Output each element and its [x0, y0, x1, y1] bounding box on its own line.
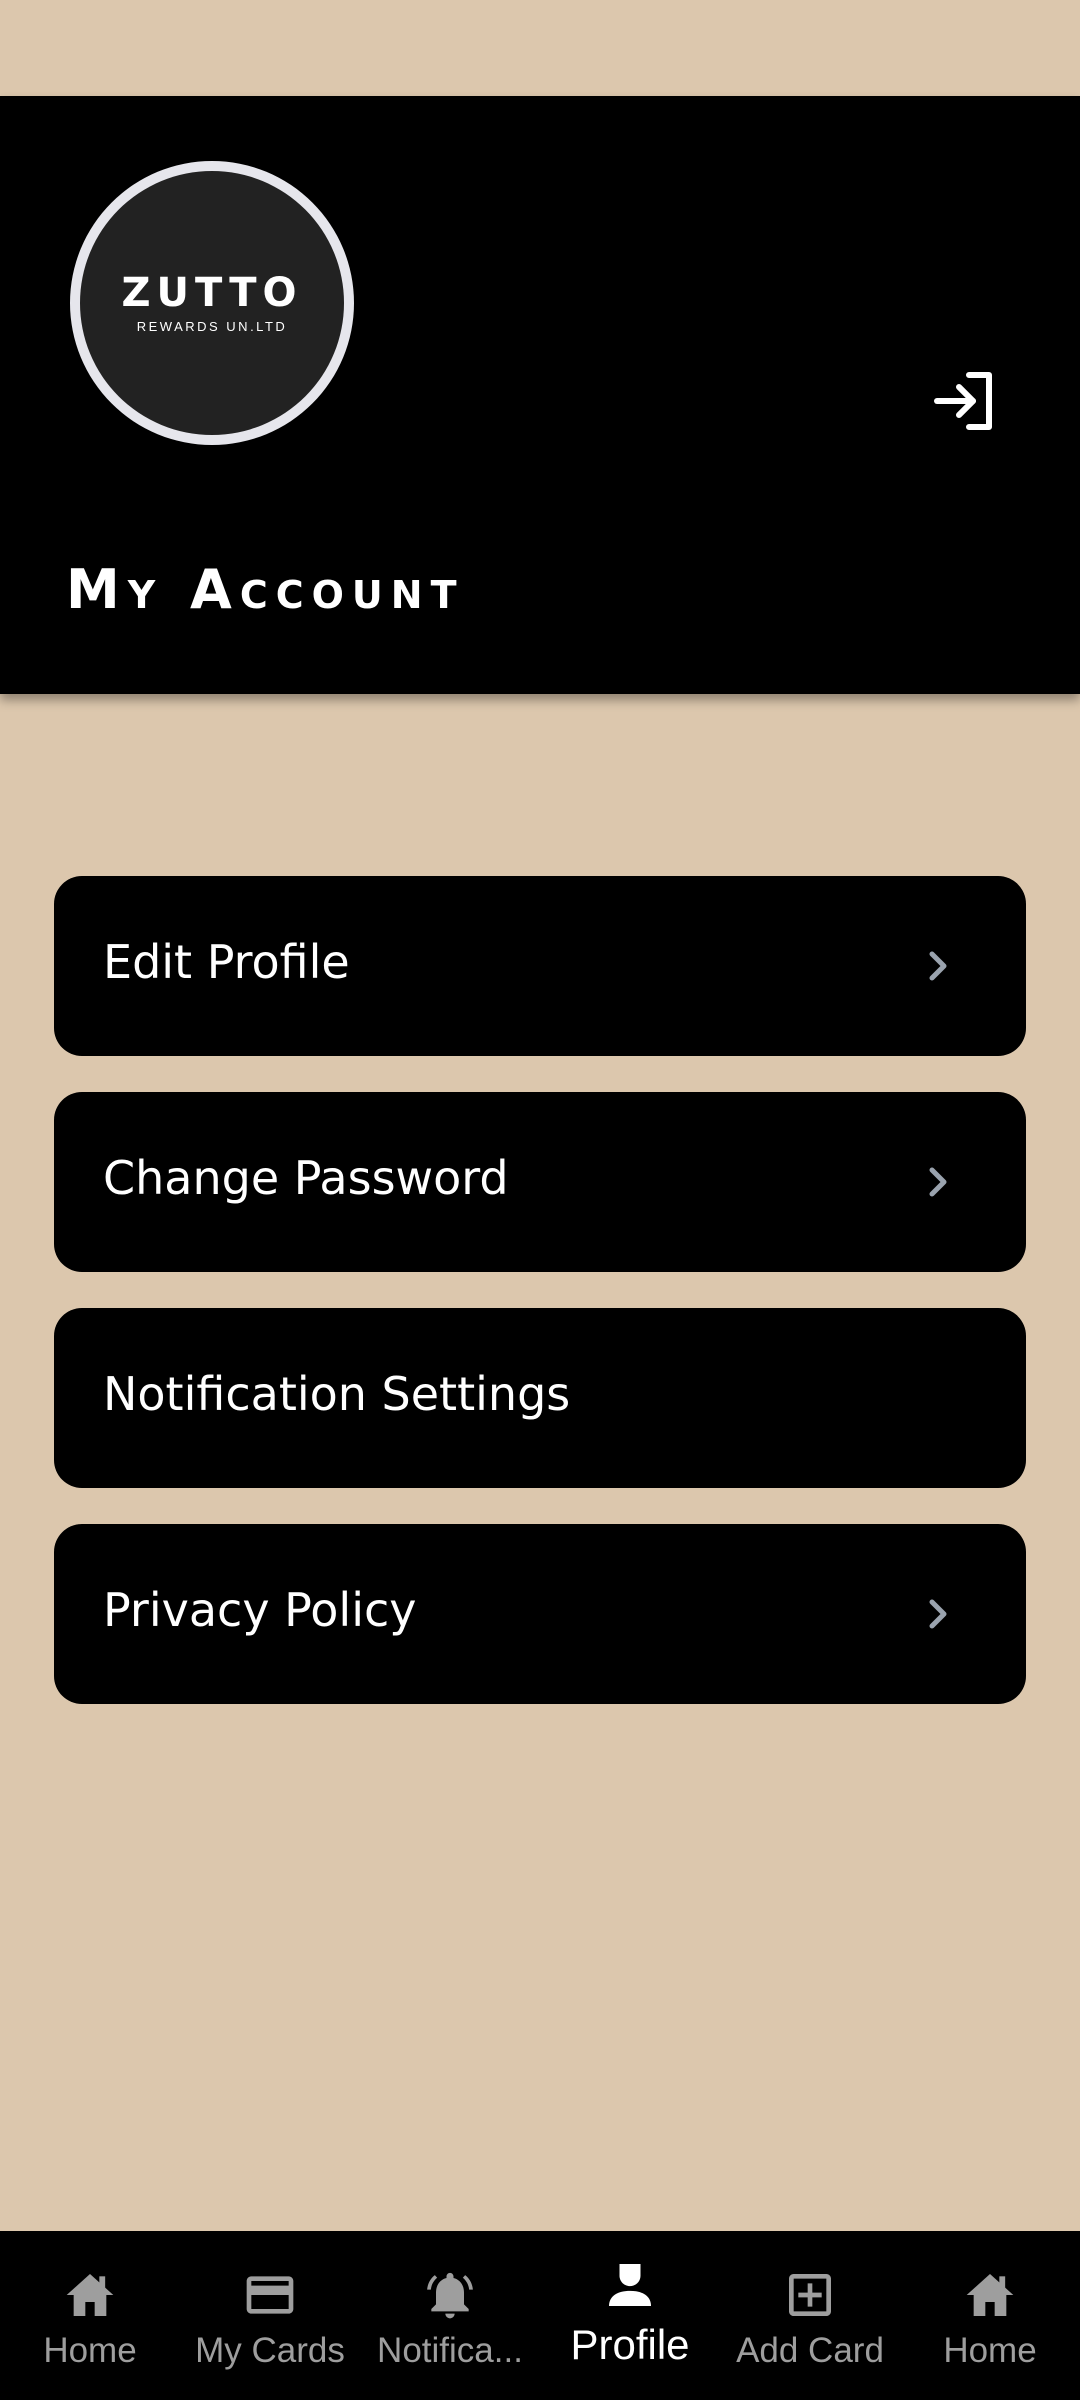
nav-label: Profile — [570, 2321, 690, 2368]
card-icon — [246, 2276, 294, 2314]
logo-name: ZUTTO — [121, 269, 303, 316]
logo-avatar: ZUTTO REWARDS UN.LTD — [70, 161, 354, 445]
nav-my-cards[interactable]: My Cards — [180, 2231, 360, 2400]
page-title: My Account — [66, 558, 465, 621]
home-icon — [966, 2274, 1014, 2316]
nav-add-card[interactable]: Add Card — [720, 2231, 900, 2400]
notification-settings-button[interactable]: Notification Settings — [54, 1308, 1026, 1488]
status-bar — [0, 0, 1080, 96]
nav-label: My Cards — [195, 2331, 345, 2370]
menu-item-label: Edit Profile — [103, 935, 350, 989]
nav-label: Home — [943, 2331, 1037, 2370]
home-icon — [66, 2274, 114, 2316]
chevron-right-icon — [929, 951, 947, 981]
logo-subtitle: REWARDS UN.LTD — [136, 318, 288, 334]
menu-item-label: Change Password — [103, 1151, 509, 1205]
nav-profile[interactable]: Profile — [540, 2231, 720, 2400]
menu-item-label: Notification Settings — [103, 1367, 571, 1421]
nav-label: Add Card — [736, 2331, 884, 2370]
nav-home-2[interactable]: Home — [900, 2231, 1080, 2400]
nav-notifications[interactable]: Notifica... — [360, 2231, 540, 2400]
nav-label: Home — [43, 2331, 137, 2370]
account-menu: Edit Profile Change Password Notificatio… — [54, 876, 1026, 1740]
chevron-right-icon — [929, 1599, 947, 1629]
person-icon — [609, 2264, 651, 2306]
logout-icon[interactable] — [929, 365, 1001, 437]
menu-item-label: Privacy Policy — [103, 1583, 417, 1637]
privacy-policy-button[interactable]: Privacy Policy — [54, 1524, 1026, 1704]
change-password-button[interactable]: Change Password — [54, 1092, 1026, 1272]
chevron-right-icon — [929, 1167, 947, 1197]
bell-icon — [427, 2272, 473, 2319]
edit-profile-button[interactable]: Edit Profile — [54, 876, 1026, 1056]
add-box-icon — [789, 2274, 831, 2316]
nav-home[interactable]: Home — [0, 2231, 180, 2400]
bottom-nav: Home My Cards Notifica... Profile Add Ca… — [0, 2231, 1080, 2400]
logo: ZUTTO REWARDS UN.LTD — [80, 171, 344, 435]
nav-label: Notifica... — [377, 2331, 523, 2370]
